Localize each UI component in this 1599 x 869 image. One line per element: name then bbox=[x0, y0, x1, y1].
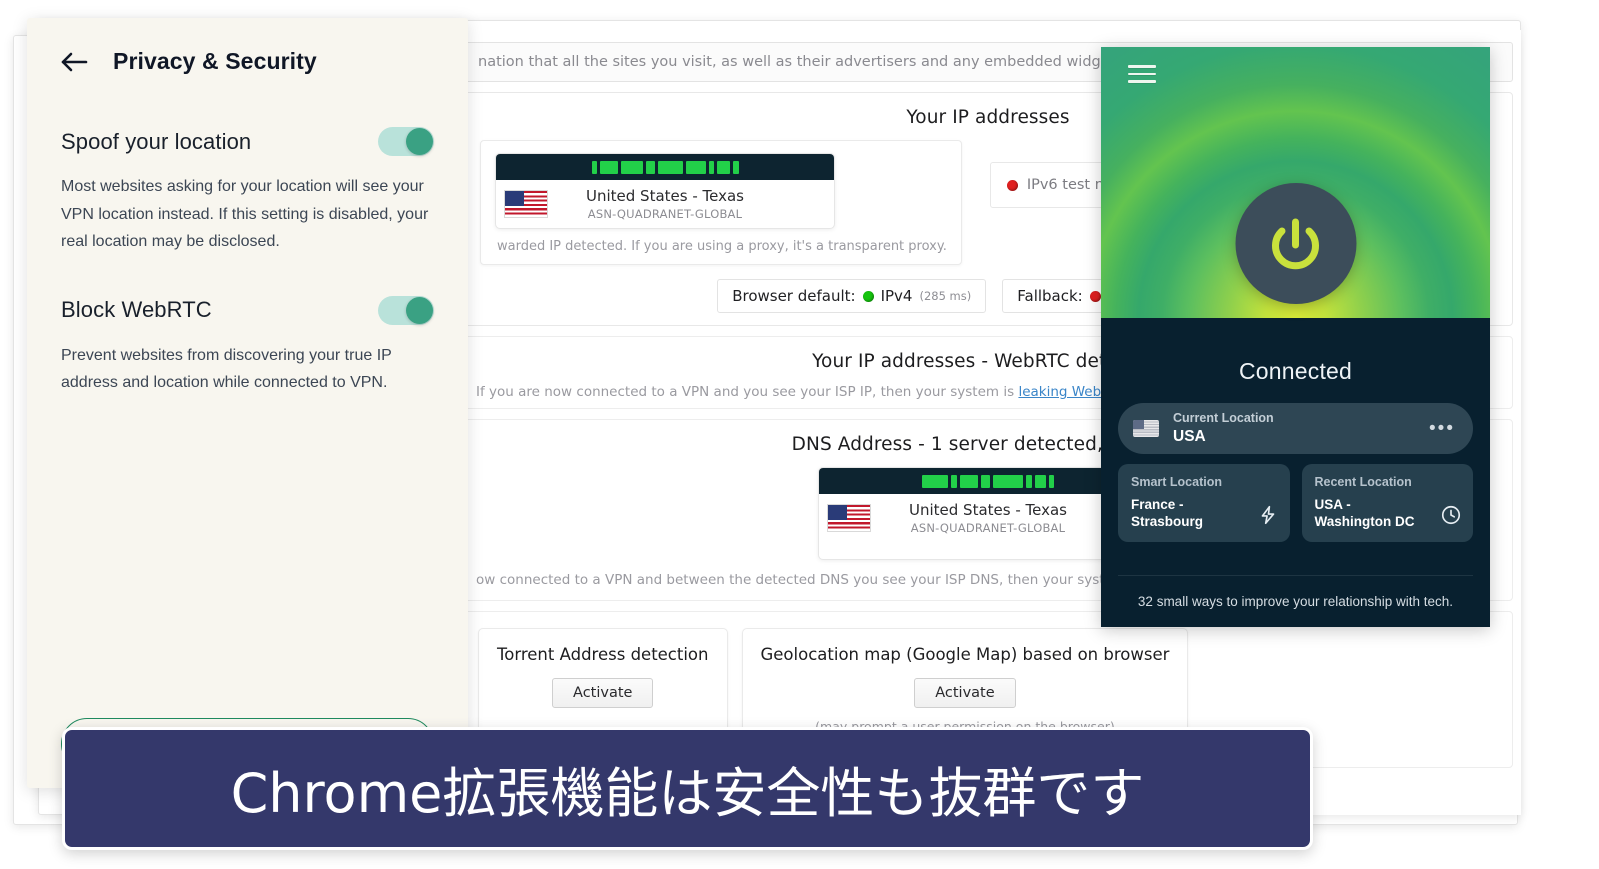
divider bbox=[1118, 575, 1473, 577]
location-shortcuts: Smart Location France - Strasbourg Recen… bbox=[1118, 464, 1473, 543]
vpn-app-panel: Connected Current Location USA ••• Smart… bbox=[1101, 47, 1490, 627]
promo-text: 32 small ways to improve your relationsh… bbox=[1137, 594, 1454, 610]
us-flag-icon bbox=[1133, 420, 1159, 437]
dns-asn-label: ASN-QUADRANET-GLOBAL bbox=[910, 521, 1066, 535]
dns-footer-text: ow connected to a VPN and between the de… bbox=[476, 572, 1146, 588]
chip-value: IPv4 bbox=[880, 287, 913, 305]
ip-result-card: United States - Texas ASN-QUADRANET-GLOB… bbox=[495, 153, 835, 229]
clock-icon bbox=[1440, 504, 1462, 526]
vpn-connection-status: Connected bbox=[1238, 358, 1353, 384]
us-flag-icon bbox=[827, 504, 871, 532]
torrent-activate-button[interactable]: Activate bbox=[552, 678, 654, 708]
current-location-card[interactable]: Current Location USA ••• bbox=[1118, 403, 1473, 454]
spoof-location-toggle[interactable] bbox=[378, 127, 434, 156]
caption-banner: Chrome拡張機能は安全性も抜群です bbox=[62, 727, 1313, 850]
geolocation-activate-button[interactable]: Activate bbox=[914, 678, 1016, 708]
current-location-value: USA bbox=[1173, 427, 1206, 445]
browser-default-chip: Browser default: IPv4 (285 ms) bbox=[717, 279, 987, 313]
us-flag-icon bbox=[504, 190, 548, 218]
ip-country-label: United States - Texas bbox=[586, 187, 744, 205]
recent-location-card[interactable]: Recent Location USA - Washington DC bbox=[1301, 464, 1473, 543]
lightning-bolt-icon bbox=[1257, 504, 1279, 526]
toggle-knob bbox=[406, 296, 433, 324]
caption-text: Chrome拡張機能は安全性も抜群です bbox=[230, 762, 1145, 825]
smart-location-card[interactable]: Smart Location France - Strasbourg bbox=[1118, 464, 1290, 543]
ip-address-redacted bbox=[496, 154, 834, 180]
chip-label: Fallback: bbox=[1017, 287, 1083, 305]
page-title: Privacy & Security bbox=[113, 48, 317, 74]
vpn-hero-gradient bbox=[1101, 47, 1490, 318]
status-dot-icon bbox=[1006, 179, 1018, 191]
more-options-icon[interactable]: ••• bbox=[1429, 419, 1455, 438]
toggle-knob bbox=[406, 128, 433, 155]
torrent-card-title: Torrent Address detection bbox=[497, 645, 709, 664]
dns-country-label: United States - Texas bbox=[909, 501, 1067, 519]
spoof-location-label: Spoof your location bbox=[61, 128, 252, 154]
vpn-location-cards: Current Location USA ••• Smart Location … bbox=[1101, 385, 1490, 543]
hamburger-menu-icon[interactable] bbox=[1128, 65, 1156, 88]
power-button-icon[interactable] bbox=[1235, 183, 1356, 304]
ip-asn-label: ASN-QUADRANET-GLOBAL bbox=[587, 207, 743, 221]
dns-hit-count: 23 hit bbox=[829, 537, 1147, 552]
setting-row-spoof-location: Spoof your location bbox=[61, 127, 434, 156]
current-location-label: Current Location bbox=[1173, 411, 1274, 425]
recent-location-label: Recent Location bbox=[1314, 475, 1412, 489]
screenshot-stage: nation that all the sites you visit, as … bbox=[0, 0, 1599, 869]
panel-header: Privacy & Security bbox=[61, 48, 434, 75]
setting-row-block-webrtc: Block WebRTC bbox=[61, 295, 434, 325]
status-dot-icon bbox=[1089, 290, 1101, 302]
smart-location-label: Smart Location bbox=[1131, 475, 1222, 489]
block-webrtc-description: Prevent websites from discovering your t… bbox=[61, 346, 392, 392]
geolocation-card-title: Geolocation map (Google Map) based on br… bbox=[760, 645, 1170, 664]
status-dot-icon bbox=[862, 290, 874, 302]
block-webrtc-label: Block WebRTC bbox=[61, 297, 212, 323]
block-webrtc-toggle[interactable] bbox=[378, 295, 434, 325]
forwarded-ip-note: warded IP detected. If you are using a p… bbox=[497, 239, 947, 254]
back-arrow-icon[interactable] bbox=[61, 51, 88, 73]
chip-label: Browser default: bbox=[732, 287, 856, 305]
spoof-location-description: Most websites asking for your location w… bbox=[61, 178, 429, 251]
recent-location-value: USA - Washington DC bbox=[1314, 497, 1415, 530]
chip-detail: (285 ms) bbox=[919, 289, 972, 303]
webrtc-footer-text: If you are now connected to a VPN and yo… bbox=[476, 384, 1019, 400]
ip-detail-box: United States - Texas ASN-QUADRANET-GLOB… bbox=[480, 140, 962, 265]
smart-location-value: France - Strasbourg bbox=[1131, 497, 1204, 530]
privacy-security-panel: Privacy & Security Spoof your location M… bbox=[27, 18, 468, 788]
